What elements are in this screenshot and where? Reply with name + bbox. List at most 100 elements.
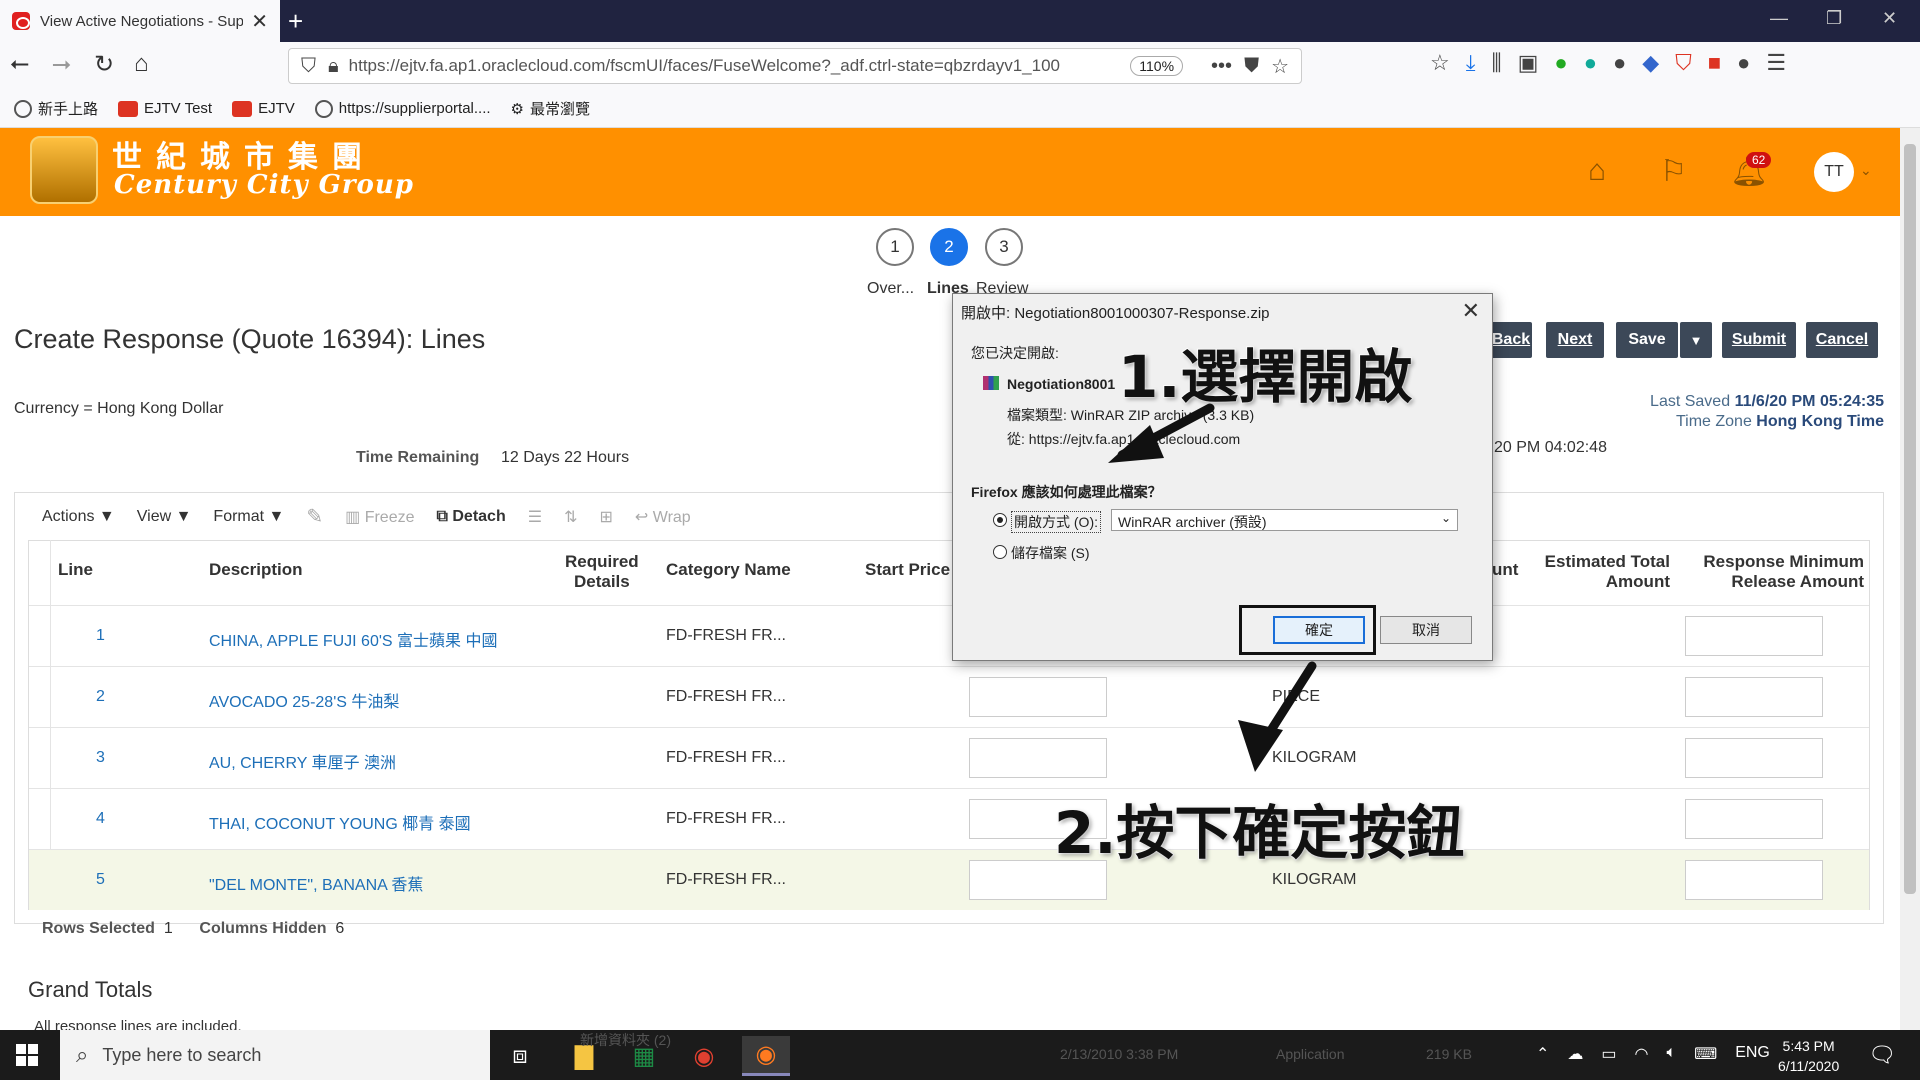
- freeze-button[interactable]: ▥ Freeze: [345, 507, 414, 527]
- battery-icon[interactable]: ▭: [1601, 1044, 1616, 1064]
- zoom-badge[interactable]: 110%: [1130, 56, 1184, 76]
- col-header-category[interactable]: Category Name: [666, 560, 791, 580]
- reload-icon[interactable]: ↻: [94, 50, 114, 79]
- col-header-description[interactable]: Description: [209, 560, 303, 580]
- save-file-label[interactable]: 儲存檔案 (S): [1011, 543, 1090, 563]
- reading-list-icon[interactable]: ☆: [1430, 50, 1450, 76]
- save-file-radio[interactable]: [993, 545, 1007, 559]
- row-description-link[interactable]: THAI, COCONUT YOUNG 椰青 泰國: [209, 810, 471, 834]
- actions-menu[interactable]: Actions ▼: [42, 508, 115, 526]
- row-line-number[interactable]: 3: [96, 749, 105, 767]
- url-bar[interactable]: ⛉ 🔒︎ https://ejtv.fa.ap1.oraclecloud.com…: [288, 48, 1302, 84]
- view-menu[interactable]: View ▼: [137, 508, 192, 526]
- library-icon[interactable]: ⫼: [1491, 50, 1501, 76]
- bookmark-ejtv[interactable]: EJTV: [232, 100, 295, 117]
- open-with-radio[interactable]: [993, 513, 1007, 527]
- shield-icon[interactable]: ⛉: [301, 55, 316, 78]
- bookmark-star-icon[interactable]: ☆: [1271, 54, 1289, 79]
- menu-icon[interactable]: ☰: [1766, 50, 1786, 76]
- windows-start-icon[interactable]: [16, 1044, 38, 1066]
- row-description-link[interactable]: AVOCADO 25-28'S 牛油梨: [209, 688, 399, 712]
- volume-icon[interactable]: 🔈︎: [1667, 1044, 1677, 1064]
- bookmark-ejtv-test[interactable]: EJTV Test: [118, 100, 212, 117]
- next-button[interactable]: Next: [1546, 322, 1604, 358]
- check-extension-icon[interactable]: ●: [1554, 50, 1567, 76]
- save-button[interactable]: Save: [1616, 322, 1678, 358]
- col-header-unit[interactable]: unt: [1492, 560, 1518, 580]
- wifi-icon[interactable]: ◠: [1635, 1044, 1649, 1064]
- tab-close-icon[interactable]: ✕: [251, 9, 268, 34]
- format-menu[interactable]: Format ▼: [213, 508, 284, 526]
- grammarly-icon[interactable]: ●: [1584, 50, 1597, 76]
- back-arrow-icon[interactable]: ⭠: [10, 50, 29, 78]
- window-close-icon[interactable]: ✕: [1882, 8, 1897, 29]
- row-description-link[interactable]: "DEL MONTE", BANANA 香蕉: [209, 871, 423, 895]
- col-header-line[interactable]: Line: [58, 560, 93, 580]
- row-line-number[interactable]: 2: [96, 688, 105, 706]
- bookmark-most-visited[interactable]: ⚙ 最常瀏覽: [511, 98, 590, 119]
- extension-dots-icon[interactable]: ●: [1737, 50, 1750, 76]
- row-line-number[interactable]: 4: [96, 810, 105, 828]
- pocket-icon[interactable]: ⛊: [1244, 55, 1259, 78]
- chevron-down-icon[interactable]: ⌄: [1860, 162, 1872, 179]
- row-description-link[interactable]: AU, CHERRY 車厘子 澳洲: [209, 749, 396, 773]
- task-view-icon[interactable]: ⧈: [496, 1036, 544, 1076]
- taskbar-clock[interactable]: 5:43 PM 6/11/2020: [1778, 1036, 1839, 1076]
- cloud-icon[interactable]: ☁: [1567, 1044, 1583, 1064]
- row-line-number[interactable]: 1: [96, 627, 105, 645]
- row-line-number[interactable]: 5: [96, 871, 105, 889]
- column-width-icon[interactable]: ☰: [528, 507, 542, 527]
- row-description-link[interactable]: CHINA, APPLE FUJI 60'S 富士蘋果 中國: [209, 627, 497, 651]
- reorder-icon[interactable]: ⊞: [599, 507, 612, 527]
- sidebar-icon[interactable]: ▣: [1518, 50, 1539, 76]
- response-min-input[interactable]: [1685, 616, 1823, 656]
- home-icon[interactable]: ⌂: [1588, 154, 1606, 188]
- start-price-input[interactable]: [969, 677, 1107, 717]
- response-min-input[interactable]: [1685, 799, 1823, 839]
- extension-icon[interactable]: ◆: [1642, 50, 1659, 76]
- submit-button[interactable]: Submit: [1722, 322, 1796, 358]
- response-min-input[interactable]: [1685, 738, 1823, 778]
- open-with-select[interactable]: WinRAR archiver (預設) ⌄: [1111, 509, 1458, 531]
- cancel-button[interactable]: Cancel: [1806, 322, 1878, 358]
- firefox-icon[interactable]: ◉: [742, 1036, 790, 1076]
- avatar[interactable]: TT: [1814, 152, 1854, 192]
- restore-icon[interactable]: ❐: [1826, 8, 1842, 29]
- col-header-start-price[interactable]: Start Price: [865, 560, 950, 580]
- keyboard-icon[interactable]: ⌨: [1694, 1044, 1717, 1064]
- flag-icon[interactable]: ⚐: [1660, 154, 1687, 189]
- language-indicator[interactable]: ENG: [1735, 1044, 1770, 1064]
- scrollbar-thumb[interactable]: [1904, 144, 1916, 894]
- browser-tab[interactable]: View Active Negotiations - Sup ✕: [0, 0, 280, 42]
- train-step-lines[interactable]: 2: [930, 228, 968, 266]
- more-actions-icon[interactable]: •••: [1211, 55, 1232, 78]
- start-price-input[interactable]: [969, 738, 1107, 778]
- train-step-overview[interactable]: 1: [876, 228, 914, 266]
- train-step-review[interactable]: 3: [985, 228, 1023, 266]
- home-icon[interactable]: ⌂: [134, 50, 149, 78]
- download-icon[interactable]: ⤓: [1466, 50, 1476, 76]
- minimize-icon[interactable]: —: [1770, 8, 1788, 29]
- page-scrollbar[interactable]: [1900, 128, 1920, 1030]
- bookmark-getting-started[interactable]: 新手上路: [14, 98, 98, 119]
- open-with-label[interactable]: 開啟方式 (O):: [1011, 511, 1101, 533]
- sort-icon[interactable]: ⇅: [564, 507, 577, 527]
- response-min-input[interactable]: [1685, 860, 1823, 900]
- pencil-icon[interactable]: ✎: [306, 504, 323, 529]
- col-header-response-minimum[interactable]: Response Minimum Release Amount: [1690, 552, 1864, 592]
- url-text[interactable]: https://ejtv.fa.ap1.oraclecloud.com/fscm…: [349, 56, 1131, 76]
- forward-arrow-icon[interactable]: ⭢: [52, 50, 71, 78]
- wrap-button[interactable]: ↩ Wrap: [635, 507, 691, 527]
- account-icon[interactable]: ●: [1613, 50, 1626, 76]
- bookmark-supplierportal[interactable]: https://supplierportal....: [314, 99, 491, 118]
- pdf-extension-icon[interactable]: ■: [1708, 50, 1721, 76]
- col-header-required-details[interactable]: Required Details: [565, 552, 639, 592]
- new-tab-button[interactable]: +: [288, 6, 303, 37]
- response-min-input[interactable]: [1685, 677, 1823, 717]
- taskbar-search[interactable]: ⌕ Type here to search: [60, 1030, 490, 1080]
- chrome-icon[interactable]: ◉: [680, 1036, 728, 1076]
- save-menu-button[interactable]: ▼: [1680, 322, 1712, 358]
- dialog-cancel-button[interactable]: 取消: [1380, 616, 1472, 644]
- back-button[interactable]: Back: [1490, 322, 1532, 358]
- action-center-icon[interactable]: 🗨︎: [1868, 1042, 1896, 1068]
